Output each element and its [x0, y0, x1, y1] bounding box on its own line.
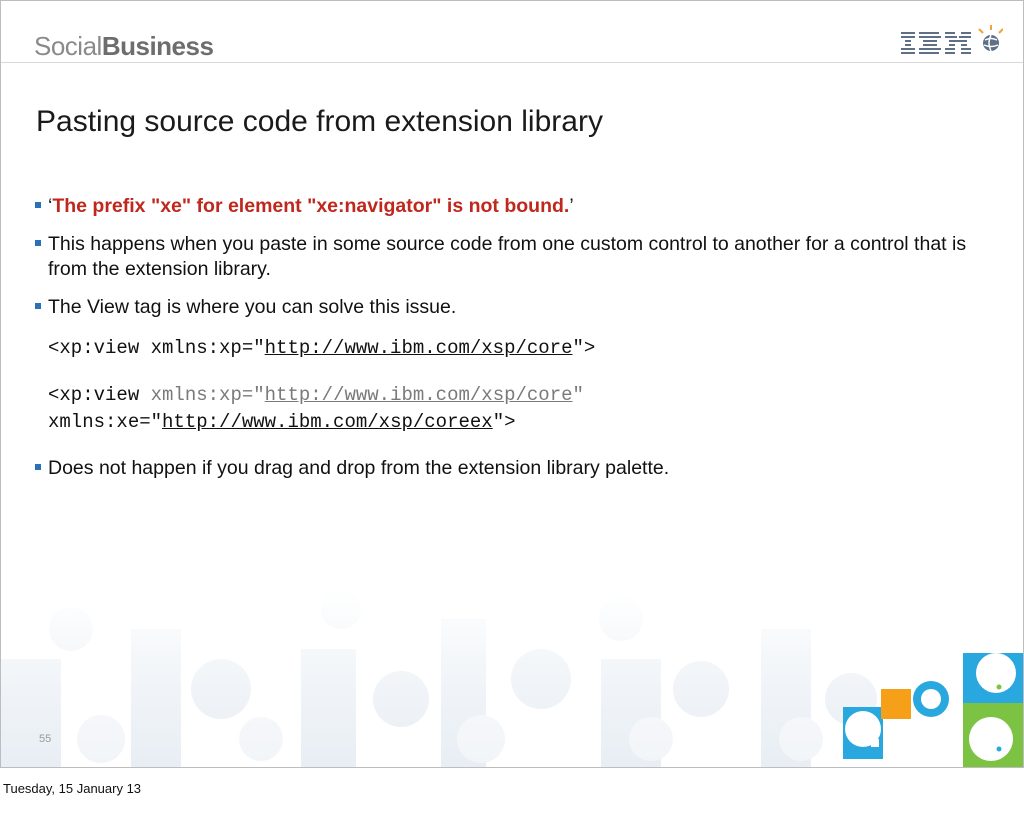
decorative-background-pattern [1, 589, 1023, 767]
bullet-marker [35, 464, 41, 470]
bullet-error-message: ‘The prefix "xe" for element "xe:navigat… [33, 194, 993, 219]
code-text: xmlns:xe=" [48, 411, 163, 433]
code-url: http://www.ibm.com/xsp/core [264, 337, 573, 359]
slide-body: ‘The prefix "xe" for element "xe:navigat… [33, 194, 993, 494]
bullet-marker [35, 240, 41, 246]
footer-date: Tuesday, 15 January 13 [3, 781, 142, 796]
code-snippet-after: <xp:view xmlns:xp="http://www.ibm.com/xs… [48, 382, 993, 436]
bullet-marker [35, 303, 41, 309]
code-line: xmlns:xe="http://www.ibm.com/xsp/coreex"… [48, 409, 993, 436]
socialbusiness-logo: SocialBusiness [34, 31, 214, 62]
code-text-grey: xmlns:xp=" [150, 384, 265, 406]
error-text: The prefix "xe" for element "xe:navigato… [52, 195, 570, 217]
code-url: http://www.ibm.com/xsp/coreex [162, 411, 493, 433]
code-snippet-before: <xp:view xmlns:xp="http://www.ibm.com/xs… [48, 335, 993, 362]
bullet-text: Does not happen if you drag and drop fro… [48, 457, 670, 479]
brand-light-text: Social [34, 31, 102, 61]
bullet-paste-explanation: This happens when you paste in some sour… [33, 232, 993, 282]
bullet-text: This happens when you paste in some sour… [48, 233, 967, 280]
code-text: "> [492, 411, 516, 433]
close-quote: ’ [569, 195, 574, 217]
code-text: <xp:view xmlns:xp=" [48, 337, 265, 359]
code-url: http://www.ibm.com/xsp/core [264, 384, 573, 406]
slide-title: Pasting source code from extension libra… [36, 105, 603, 138]
bullet-marker [35, 202, 41, 208]
code-line: <xp:view xmlns:xp="http://www.ibm.com/xs… [48, 382, 993, 409]
bullet-text: The View tag is where you can solve this… [48, 296, 457, 318]
code-text-grey: " [572, 384, 584, 406]
ibm-logo [901, 25, 1003, 54]
bullet-view-tag: The View tag is where you can solve this… [33, 295, 993, 320]
globe-icon [983, 34, 999, 52]
bullet-drag-drop: Does not happen if you drag and drop fro… [33, 456, 993, 481]
header-divider [1, 62, 1023, 63]
code-text: "> [572, 337, 596, 359]
slide: SocialBusiness Pasting source code from … [0, 0, 1024, 768]
page-number: 55 [39, 733, 52, 745]
brand-bold-text: Business [101, 31, 214, 61]
code-text: <xp:view [48, 384, 151, 406]
